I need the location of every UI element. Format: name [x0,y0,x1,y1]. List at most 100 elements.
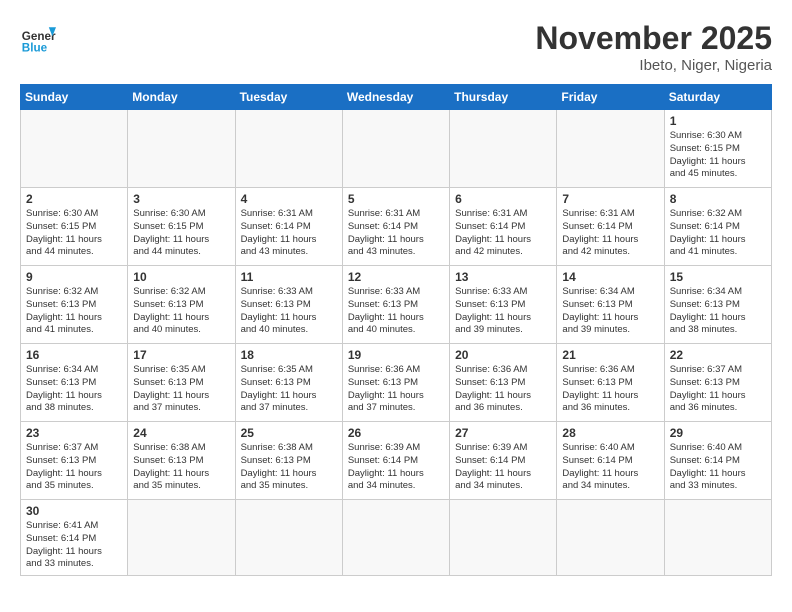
location: Ibeto, Niger, Nigeria [535,57,772,74]
day-number: 12 [348,270,444,284]
month-title: November 2025 [535,20,772,57]
calendar-cell [557,110,664,188]
week-row-2: 2 Sunrise: 6:30 AM Sunset: 6:15 PM Daylig… [21,188,772,266]
calendar-cell: 17 Sunrise: 6:35 AM Sunset: 6:13 PM Dayli… [128,344,235,422]
calendar-cell [450,110,557,188]
cell-info: Sunrise: 6:39 AM Sunset: 6:14 PM Dayligh… [455,442,551,493]
cell-info: Sunrise: 6:33 AM Sunset: 6:13 PM Dayligh… [241,286,337,337]
calendar-cell [342,500,449,576]
day-number: 14 [562,270,658,284]
calendar-cell [128,110,235,188]
cell-info: Sunrise: 6:34 AM Sunset: 6:13 PM Dayligh… [670,286,766,337]
cell-info: Sunrise: 6:35 AM Sunset: 6:13 PM Dayligh… [241,364,337,415]
calendar-table: SundayMondayTuesdayWednesdayThursdayFrid… [20,84,772,576]
calendar-cell [128,500,235,576]
day-number: 10 [133,270,229,284]
week-row-1: 1 Sunrise: 6:30 AM Sunset: 6:15 PM Daylig… [21,110,772,188]
cell-info: Sunrise: 6:40 AM Sunset: 6:14 PM Dayligh… [562,442,658,493]
calendar-cell: 9 Sunrise: 6:32 AM Sunset: 6:13 PM Daylig… [21,266,128,344]
calendar-cell: 5Sunrise: 6:31 AM Sunset: 6:14 PM Daylig… [342,188,449,266]
day-header-tuesday: Tuesday [235,85,342,110]
day-number: 17 [133,348,229,362]
day-number: 11 [241,270,337,284]
title-block: November 2025 Ibeto, Niger, Nigeria [535,20,772,74]
day-number: 2 [26,192,122,206]
calendar-cell: 19 Sunrise: 6:36 AM Sunset: 6:13 PM Dayli… [342,344,449,422]
week-row-5: 23 Sunrise: 6:37 AM Sunset: 6:13 PM Dayli… [21,422,772,500]
day-number: 22 [670,348,766,362]
day-number: 24 [133,426,229,440]
day-number: 6 [455,192,551,206]
week-row-3: 9 Sunrise: 6:32 AM Sunset: 6:13 PM Daylig… [21,266,772,344]
calendar-cell: 1 Sunrise: 6:30 AM Sunset: 6:15 PM Daylig… [664,110,771,188]
calendar-cell [235,110,342,188]
day-number: 18 [241,348,337,362]
day-number: 13 [455,270,551,284]
calendar-cell: 2Sunrise: 6:30 AM Sunset: 6:15 PM Daylig… [21,188,128,266]
cell-info: Sunrise: 6:36 AM Sunset: 6:13 PM Dayligh… [562,364,658,415]
page-header: General Blue November 2025 Ibeto, Niger,… [20,20,772,74]
calendar-cell [450,500,557,576]
day-number: 16 [26,348,122,362]
cell-info: Sunrise: 6:34 AM Sunset: 6:13 PM Dayligh… [26,364,122,415]
calendar-cell: 23 Sunrise: 6:37 AM Sunset: 6:13 PM Dayli… [21,422,128,500]
day-number: 9 [26,270,122,284]
cell-info: Sunrise: 6:35 AM Sunset: 6:13 PM Dayligh… [133,364,229,415]
calendar-cell: 3 Sunrise: 6:30 AM Sunset: 6:15 PM Daylig… [128,188,235,266]
logo: General Blue [20,20,56,56]
calendar-cell: 15Sunrise: 6:34 AM Sunset: 6:13 PM Dayli… [664,266,771,344]
cell-info: Sunrise: 6:37 AM Sunset: 6:13 PM Dayligh… [26,442,122,493]
day-number: 25 [241,426,337,440]
calendar-cell: 7 Sunrise: 6:31 AM Sunset: 6:14 PM Daylig… [557,188,664,266]
calendar-cell: 13 Sunrise: 6:33 AM Sunset: 6:13 PM Dayli… [450,266,557,344]
day-number: 19 [348,348,444,362]
calendar-cell: 10 Sunrise: 6:32 AM Sunset: 6:13 PM Dayli… [128,266,235,344]
day-number: 4 [241,192,337,206]
cell-info: Sunrise: 6:31 AM Sunset: 6:14 PM Dayligh… [455,208,551,259]
calendar-cell [342,110,449,188]
day-header-friday: Friday [557,85,664,110]
cell-info: Sunrise: 6:38 AM Sunset: 6:13 PM Dayligh… [241,442,337,493]
week-row-6: 30 Sunrise: 6:41 AM Sunset: 6:14 PM Dayli… [21,500,772,576]
calendar-cell: 11 Sunrise: 6:33 AM Sunset: 6:13 PM Dayli… [235,266,342,344]
calendar-cell: 14Sunrise: 6:34 AM Sunset: 6:13 PM Dayli… [557,266,664,344]
day-number: 29 [670,426,766,440]
cell-info: Sunrise: 6:32 AM Sunset: 6:13 PM Dayligh… [133,286,229,337]
day-number: 21 [562,348,658,362]
day-number: 20 [455,348,551,362]
calendar-cell: 12 Sunrise: 6:33 AM Sunset: 6:13 PM Dayli… [342,266,449,344]
cell-info: Sunrise: 6:33 AM Sunset: 6:13 PM Dayligh… [455,286,551,337]
day-number: 30 [26,504,122,518]
day-header-saturday: Saturday [664,85,771,110]
cell-info: Sunrise: 6:37 AM Sunset: 6:13 PM Dayligh… [670,364,766,415]
cell-info: Sunrise: 6:33 AM Sunset: 6:13 PM Dayligh… [348,286,444,337]
logo-icon: General Blue [20,20,56,56]
day-number: 5 [348,192,444,206]
calendar-cell [664,500,771,576]
cell-info: Sunrise: 6:36 AM Sunset: 6:13 PM Dayligh… [348,364,444,415]
cell-info: Sunrise: 6:31 AM Sunset: 6:14 PM Dayligh… [562,208,658,259]
cell-info: Sunrise: 6:39 AM Sunset: 6:14 PM Dayligh… [348,442,444,493]
cell-info: Sunrise: 6:30 AM Sunset: 6:15 PM Dayligh… [670,130,766,181]
calendar-cell: 22 Sunrise: 6:37 AM Sunset: 6:13 PM Dayli… [664,344,771,422]
calendar-cell: 30 Sunrise: 6:41 AM Sunset: 6:14 PM Dayli… [21,500,128,576]
calendar-cell [21,110,128,188]
calendar-cell: 8Sunrise: 6:32 AM Sunset: 6:14 PM Daylig… [664,188,771,266]
day-number: 23 [26,426,122,440]
day-number: 3 [133,192,229,206]
day-number: 26 [348,426,444,440]
cell-info: Sunrise: 6:32 AM Sunset: 6:13 PM Dayligh… [26,286,122,337]
calendar-cell: 21 Sunrise: 6:36 AM Sunset: 6:13 PM Dayli… [557,344,664,422]
week-row-4: 16 Sunrise: 6:34 AM Sunset: 6:13 PM Dayli… [21,344,772,422]
svg-text:Blue: Blue [22,42,48,55]
day-number: 27 [455,426,551,440]
day-number: 1 [670,114,766,128]
calendar-cell: 27 Sunrise: 6:39 AM Sunset: 6:14 PM Dayli… [450,422,557,500]
day-number: 28 [562,426,658,440]
calendar-cell: 20Sunrise: 6:36 AM Sunset: 6:13 PM Dayli… [450,344,557,422]
day-header-sunday: Sunday [21,85,128,110]
cell-info: Sunrise: 6:41 AM Sunset: 6:14 PM Dayligh… [26,520,122,571]
calendar-cell: 24Sunrise: 6:38 AM Sunset: 6:13 PM Dayli… [128,422,235,500]
cell-info: Sunrise: 6:30 AM Sunset: 6:15 PM Dayligh… [133,208,229,259]
day-number: 7 [562,192,658,206]
